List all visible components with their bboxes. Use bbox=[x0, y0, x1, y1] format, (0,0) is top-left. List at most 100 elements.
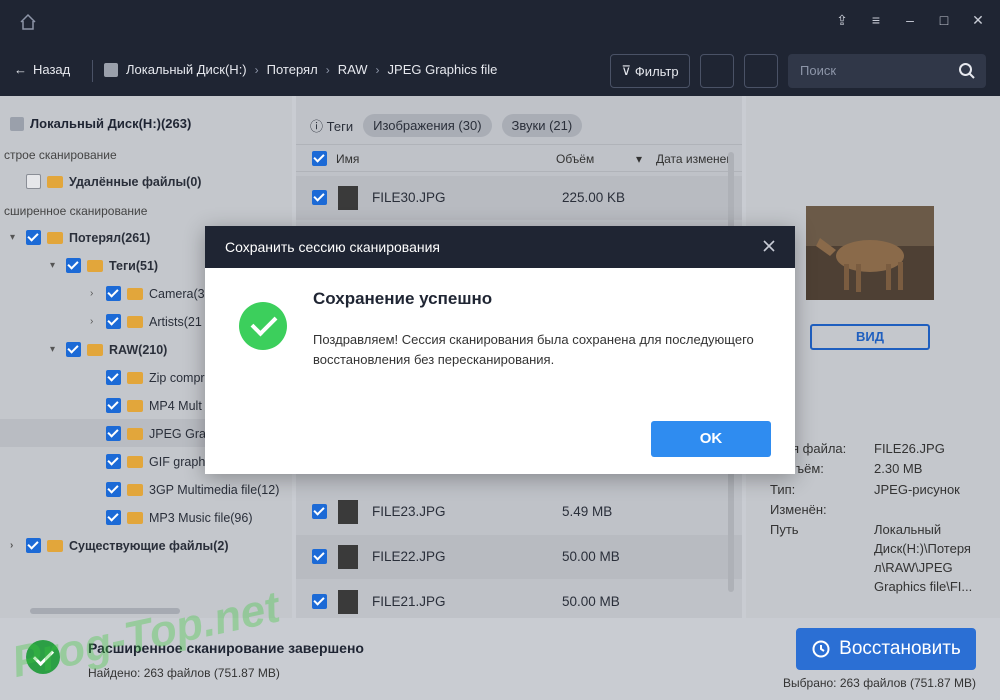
file-name: FILE23.JPG bbox=[372, 504, 446, 519]
dialog-title: Сохранить сессию сканирования bbox=[225, 239, 440, 255]
tree-item-label: JPEG Grap bbox=[149, 426, 213, 441]
breadcrumb: Локальный Диск(H:) › Потерял › RAW › JPE… bbox=[104, 62, 497, 77]
checkbox[interactable] bbox=[312, 190, 327, 205]
disk-icon bbox=[104, 62, 118, 77]
checkbox[interactable] bbox=[106, 482, 121, 497]
tree-item-raw[interactable]: ▾ RAW(210) bbox=[50, 342, 167, 357]
question-icon: ⓘ bbox=[310, 119, 324, 134]
tree-item-3gp[interactable]: 3GP Multimedia file(12) bbox=[106, 482, 279, 497]
file-name: FILE22.JPG bbox=[372, 549, 446, 564]
checkbox[interactable] bbox=[312, 549, 327, 564]
tree-item-mp4[interactable]: MP4 Mult bbox=[106, 398, 202, 413]
checkbox[interactable] bbox=[106, 286, 121, 301]
select-all-checkbox[interactable] bbox=[312, 151, 327, 166]
checkbox[interactable] bbox=[106, 510, 121, 525]
search-input[interactable]: Поиск bbox=[788, 54, 986, 88]
checkbox[interactable] bbox=[106, 398, 121, 413]
tree-item-label: MP4 Mult bbox=[149, 398, 202, 413]
dialog-message: Поздравляем! Сессия сканирования была со… bbox=[313, 332, 754, 367]
table-row[interactable]: FILE22.JPG 50.00 MB bbox=[296, 535, 742, 579]
checkbox[interactable] bbox=[106, 454, 121, 469]
folder-icon bbox=[87, 259, 103, 272]
tree-item-label: Существующие файлы(2) bbox=[69, 538, 229, 553]
tree-item-lost[interactable]: ▾ Потерял(261) bbox=[10, 230, 150, 245]
column-name[interactable]: Имя bbox=[336, 152, 359, 166]
checkbox[interactable] bbox=[66, 258, 81, 273]
search-icon[interactable] bbox=[958, 62, 976, 80]
tree-item-jpeg[interactable]: JPEG Grap bbox=[106, 426, 213, 441]
tree-item-existing[interactable]: › Существующие файлы(2) bbox=[10, 538, 229, 553]
checkbox[interactable] bbox=[106, 314, 121, 329]
tree-item-mp3[interactable]: MP3 Music file(96) bbox=[106, 510, 253, 525]
checkbox[interactable] bbox=[312, 504, 327, 519]
chevron-down-icon[interactable]: ▾ bbox=[50, 344, 60, 355]
chevron-right-icon: › bbox=[375, 62, 380, 77]
tree-item-zip[interactable]: Zip compr bbox=[106, 370, 205, 385]
folder-icon bbox=[127, 287, 143, 300]
sort-desc-icon[interactable]: ▾ bbox=[636, 152, 642, 166]
checkbox[interactable] bbox=[26, 174, 41, 189]
tree-item-gif[interactable]: GIF graph bbox=[106, 454, 205, 469]
tree-root-label: Локальный Диск(H:)(263) bbox=[30, 116, 192, 131]
tree-item-label: Потерял(261) bbox=[69, 230, 151, 245]
tree-item-label: Теги(51) bbox=[109, 258, 159, 273]
chevron-down-icon[interactable]: ▾ bbox=[50, 260, 60, 271]
breadcrumb-item-lost[interactable]: Потерял bbox=[267, 62, 318, 77]
close-window-icon[interactable]: ✕ bbox=[970, 12, 986, 28]
tree-item-camera[interactable]: › Camera(3 bbox=[90, 286, 205, 301]
column-date[interactable]: Дата изменен bbox=[656, 152, 733, 166]
recover-button[interactable]: Восстановить bbox=[796, 628, 976, 670]
tree-item-artists[interactable]: › Artists(21 bbox=[90, 314, 202, 329]
ok-button[interactable]: OK bbox=[651, 421, 771, 457]
filter-button[interactable]: ⊽ Фильтр bbox=[610, 54, 690, 88]
tree-item-tags[interactable]: ▾ Теги(51) bbox=[50, 258, 158, 273]
menu-icon[interactable]: ≡ bbox=[868, 12, 884, 28]
tags-filter[interactable]: ⓘ Теги bbox=[310, 116, 353, 135]
home-icon[interactable] bbox=[18, 12, 38, 32]
checkbox[interactable] bbox=[312, 594, 327, 609]
share-icon[interactable]: ⇪ bbox=[834, 12, 850, 28]
chevron-right-icon[interactable]: › bbox=[90, 316, 100, 327]
prop-size-label: ъём: bbox=[796, 461, 824, 476]
image-thumbnail bbox=[338, 500, 358, 524]
prop-type-label: Тип: bbox=[770, 482, 796, 497]
breadcrumb-item-disk[interactable]: Локальный Диск(H:) bbox=[126, 62, 247, 77]
section-advanced-scan: сширенное сканирование bbox=[4, 204, 148, 218]
prop-size-value: 2.30 MB bbox=[874, 461, 923, 476]
scan-view-button[interactable] bbox=[700, 54, 734, 88]
folder-icon bbox=[127, 371, 143, 384]
chevron-right-icon[interactable]: › bbox=[90, 288, 100, 299]
image-thumbnail bbox=[338, 590, 358, 614]
table-row[interactable]: FILE23.JPG 5.49 MB bbox=[296, 490, 742, 534]
close-icon[interactable] bbox=[759, 236, 779, 256]
chevron-right-icon[interactable]: › bbox=[10, 540, 20, 551]
maximize-icon[interactable]: □ bbox=[936, 12, 952, 28]
filter-chips: ⓘ Теги Изображения (30) Звуки (21) bbox=[310, 114, 583, 137]
file-name: FILE21.JPG bbox=[372, 594, 446, 609]
checkbox[interactable] bbox=[26, 538, 41, 553]
back-button[interactable]: ← Назад bbox=[14, 62, 70, 77]
sounds-filter-chip[interactable]: Звуки (21) bbox=[501, 114, 583, 137]
checkbox[interactable] bbox=[26, 230, 41, 245]
selected-count: Выбрано: 263 файлов (751.87 MB) bbox=[783, 676, 976, 690]
checkbox[interactable] bbox=[106, 370, 121, 385]
view-button[interactable]: ВИД bbox=[810, 324, 930, 350]
checkbox[interactable] bbox=[106, 426, 121, 441]
prop-name-label: я файла: bbox=[792, 441, 847, 456]
table-row[interactable]: FILE30.JPG 225.00 KB bbox=[296, 176, 742, 220]
breadcrumb-item-raw[interactable]: RAW bbox=[338, 62, 368, 77]
prop-modified-label: Изменён: bbox=[770, 502, 827, 517]
minimize-icon[interactable]: – bbox=[902, 12, 918, 28]
preview-toggle-button[interactable] bbox=[744, 54, 778, 88]
chevron-down-icon[interactable]: ▾ bbox=[10, 232, 20, 243]
checkbox[interactable] bbox=[66, 342, 81, 357]
images-filter-chip[interactable]: Изображения (30) bbox=[363, 114, 492, 137]
breadcrumb-item-jpeg[interactable]: JPEG Graphics file bbox=[388, 62, 498, 77]
tree-root[interactable]: Локальный Диск(H:)(263) bbox=[10, 116, 191, 131]
tree-item-deleted[interactable]: Удалённые файлы(0) bbox=[26, 174, 201, 189]
file-size: 50.00 MB bbox=[562, 594, 620, 609]
column-size[interactable]: Объём bbox=[556, 152, 594, 166]
funnel-icon: ⊽ bbox=[621, 63, 631, 78]
prop-path-value: Диск(H:)\Потеря bbox=[874, 541, 971, 556]
chevron-right-icon: › bbox=[254, 62, 259, 77]
